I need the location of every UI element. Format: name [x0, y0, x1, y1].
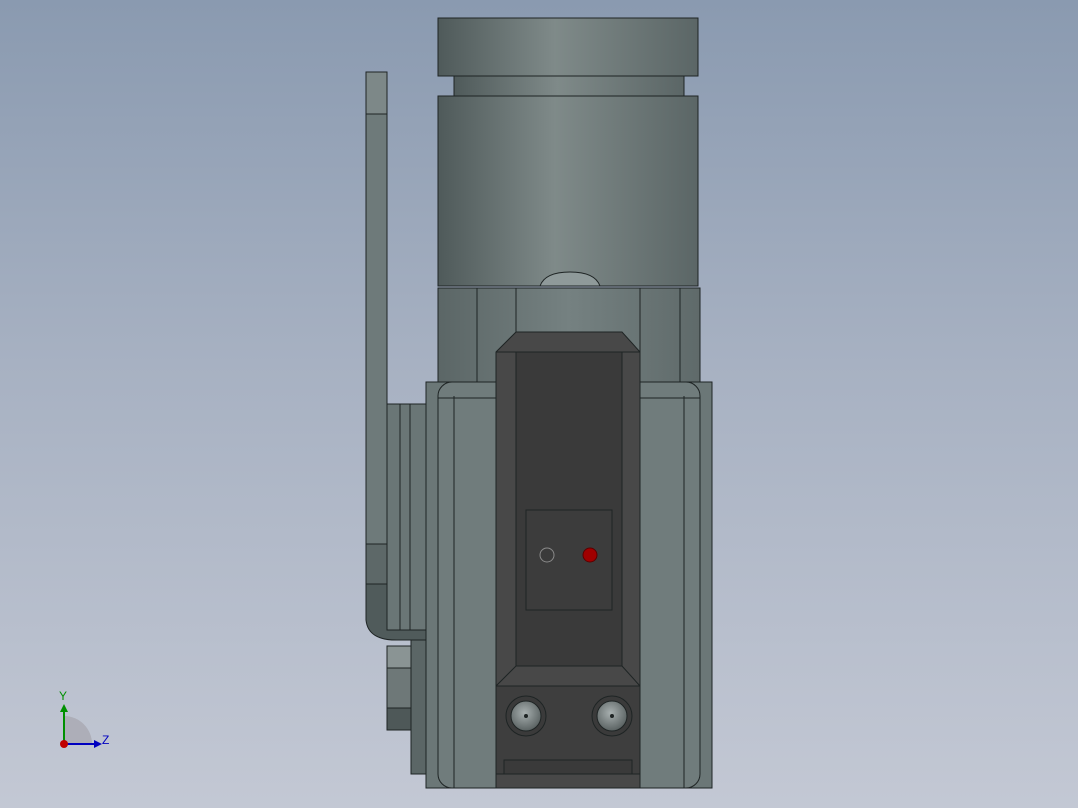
- hex-nut: [386, 639, 427, 775]
- triad-y-label: Y: [59, 689, 67, 703]
- cylinder-cap: [437, 17, 699, 287]
- triad-z-label: Z: [102, 733, 109, 747]
- indicator-panel: [525, 509, 613, 611]
- graphics-viewport[interactable]: Y Z: [0, 0, 1078, 808]
- status-led-off: [539, 547, 555, 563]
- model-view[interactable]: Y Z: [0, 0, 1078, 808]
- mounting-bracket: [365, 71, 427, 641]
- screw-left: [505, 695, 547, 737]
- orientation-triad[interactable]: Y Z: [59, 689, 109, 748]
- status-led-on: [582, 547, 598, 563]
- screw-right: [591, 695, 633, 737]
